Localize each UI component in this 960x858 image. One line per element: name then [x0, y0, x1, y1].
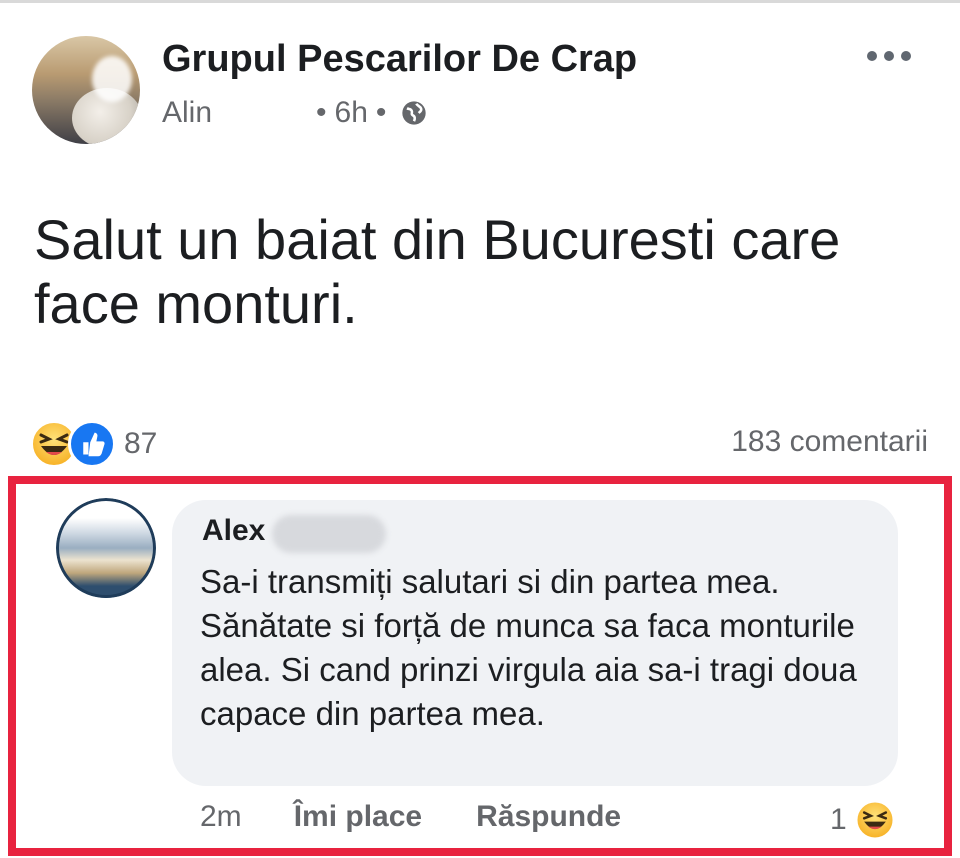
reaction-count: 87: [124, 427, 158, 460]
commenter-name[interactable]: Alex: [202, 514, 265, 548]
post-author[interactable]: Alin: [162, 96, 212, 130]
post-text: Salut un baiat din Bucuresti care face m…: [34, 208, 841, 335]
group-avatar[interactable]: [32, 36, 140, 144]
comment-time[interactable]: 2m: [200, 800, 242, 834]
like-icon: [68, 420, 116, 468]
comment-avatar[interactable]: [56, 498, 156, 598]
comment-reaction-count: 1: [830, 803, 847, 836]
top-divider: [0, 0, 960, 3]
globe-icon[interactable]: [400, 99, 428, 127]
avatar-blur-patch: [92, 56, 132, 102]
comment-text: Sa-i transmiți salutari si din partea me…: [200, 563, 857, 732]
avatar-ring: [56, 498, 156, 598]
comment-reaction[interactable]: 1: [830, 800, 895, 840]
comments-count[interactable]: 183 comentarii: [731, 425, 928, 459]
comment-actions: 2m Îmi place Răspunde: [200, 800, 621, 834]
post-reactions[interactable]: 87: [30, 420, 157, 468]
meta-separator-dot: •: [375, 96, 387, 129]
haha-icon: [855, 800, 894, 840]
more-options-icon[interactable]: [864, 46, 914, 66]
name-redaction: [272, 515, 386, 553]
reply-button[interactable]: Răspunde: [476, 800, 621, 834]
post-meta: Alin • 6h •: [162, 96, 428, 130]
post-time[interactable]: 6h: [335, 96, 368, 130]
like-button[interactable]: Îmi place: [294, 800, 422, 834]
meta-separator-dot: •: [316, 96, 327, 129]
group-name[interactable]: Grupul Pescarilor De Crap: [162, 38, 637, 81]
